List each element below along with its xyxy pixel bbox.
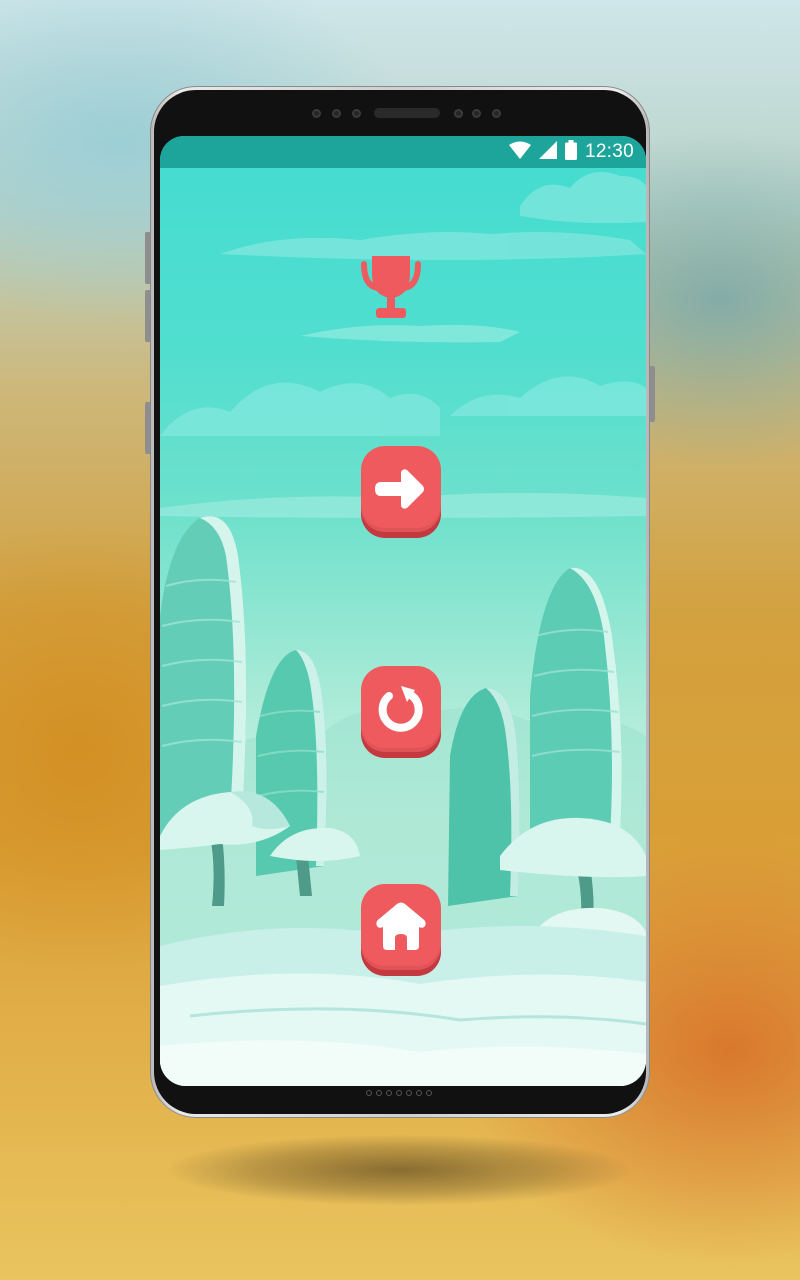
next-button[interactable] [361,446,441,536]
front-sensor [454,109,463,118]
status-bar: 12:30 [160,136,646,168]
restart-button[interactable] [361,666,441,756]
restart-icon [378,686,423,732]
front-sensor [472,109,481,118]
status-time: 12:30 [584,141,634,162]
home-icon [376,902,426,950]
phone-frame: 12:30 [150,86,650,1118]
front-sensor [352,109,361,118]
earpiece-speaker [374,108,440,118]
home-button[interactable] [361,884,441,974]
battery-icon [564,139,577,165]
front-camera [492,109,501,118]
app-screen: 12:30 [160,136,646,1086]
front-sensor [332,109,341,118]
phone-shadow [170,1135,630,1205]
status-icons: 12:30 [508,136,634,168]
cellular-signal-icon [538,140,557,164]
trophy-icon [360,252,422,322]
arrow-right-icon [375,469,424,509]
front-sensor [312,109,321,118]
speaker-grille [366,1090,432,1096]
wifi-icon [508,141,531,164]
phone-bezel: 12:30 [154,90,646,1114]
